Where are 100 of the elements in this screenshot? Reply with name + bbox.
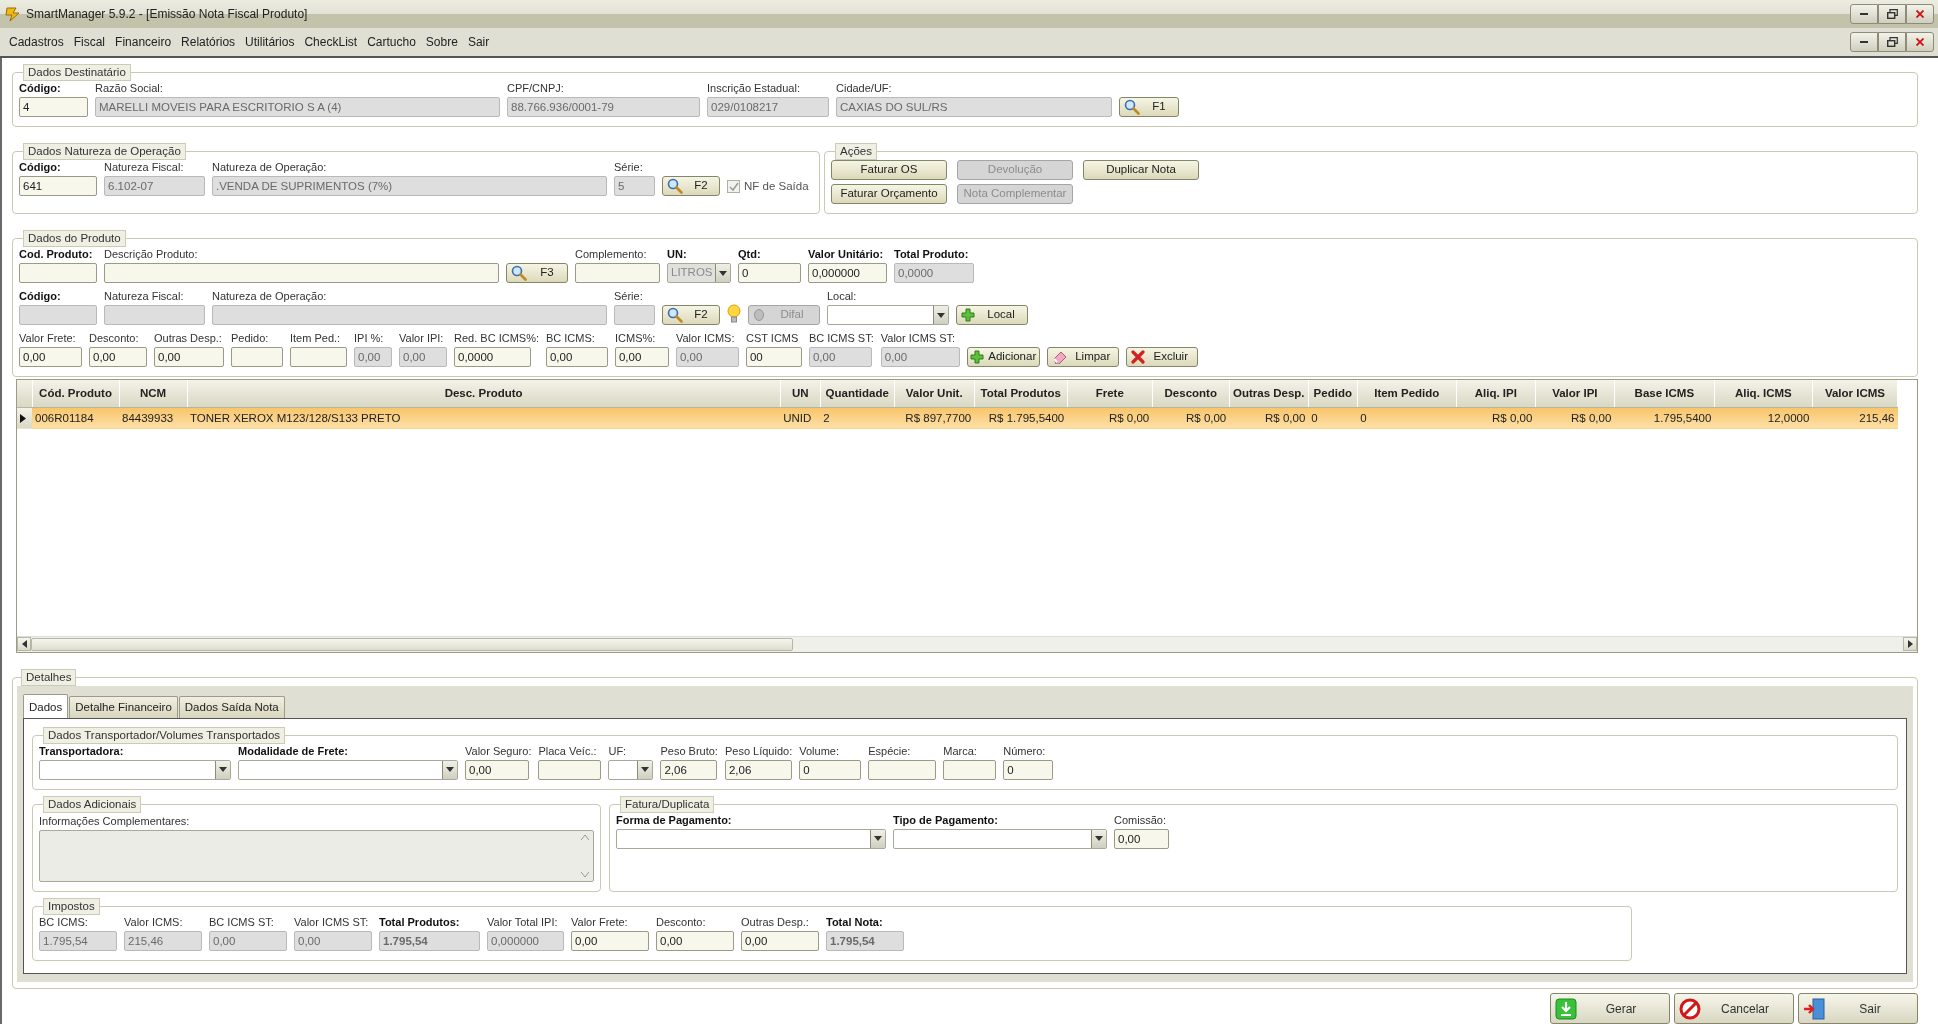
input-field[interactable] (290, 347, 347, 367)
column-header[interactable]: Total Produtos (974, 380, 1068, 407)
menu-item[interactable]: Fiscal (68, 31, 111, 53)
minimize-button[interactable] (1850, 32, 1878, 52)
menu-item[interactable]: Financeiro (110, 31, 177, 53)
field-label: Espécie: (868, 743, 912, 758)
caret-icon (719, 270, 727, 276)
button[interactable]: Faturar Orçamento (831, 184, 947, 204)
input-field[interactable]: 0,00 (19, 347, 82, 367)
input-field[interactable]: 0 (799, 759, 862, 780)
button[interactable]: Sair (1798, 993, 1918, 1024)
button[interactable]: F3 (506, 263, 568, 283)
restore-button[interactable] (1878, 32, 1906, 52)
close-button[interactable] (1906, 4, 1934, 24)
dropdown[interactable] (39, 759, 231, 780)
column-header[interactable]: Aliq. IPI (1456, 380, 1536, 407)
menu-item[interactable]: Cadastros (4, 31, 69, 53)
field-label: Desconto: (656, 915, 707, 929)
menu-item[interactable]: Sair (462, 31, 495, 53)
column-header[interactable]: UN (780, 380, 821, 407)
input-field[interactable]: 0 (1003, 759, 1054, 780)
button[interactable]: Excluir (1125, 347, 1198, 367)
minimize-icon (1860, 41, 1868, 43)
field-label: Natureza de Operação: (212, 160, 328, 174)
button[interactable]: Duplicar Nota (1083, 160, 1199, 180)
input-field[interactable]: 0,00 (614, 347, 669, 367)
button[interactable]: Local (956, 305, 1028, 325)
button[interactable]: Adicionar (966, 347, 1040, 367)
input-field[interactable]: 0,00 (545, 347, 608, 367)
input-field[interactable]: 0,00 (154, 347, 224, 367)
menu-item[interactable]: Utilitários (240, 31, 300, 53)
input-field[interactable]: 2,06 (660, 759, 718, 780)
close-button[interactable] (1906, 32, 1934, 52)
table-row[interactable]: 006R01184 84439933 TONER XEROX M123/128/S133 PRETO UNID 2 R$ 897,7700 R$ 1.795,5400 R$ 0,00 R$ 0,00 R$ 0,00 0 0 R$ 0,00 R$ 0,00 1.795,5400 12,0000 215,46 (17, 407, 1898, 429)
menu-item[interactable]: Cartucho (362, 31, 421, 53)
column-header[interactable]: Valor Unit. (894, 380, 975, 407)
tab[interactable]: Dados Saída Nota (178, 695, 285, 718)
input-field[interactable] (538, 759, 602, 780)
column-header[interactable]: Frete (1067, 380, 1153, 407)
input-field[interactable] (943, 759, 997, 780)
input-field[interactable]: 0 (738, 263, 801, 283)
column-header[interactable]: Valor ICMS (1812, 380, 1898, 407)
column-header[interactable]: Desc. Produto (187, 380, 781, 407)
input-field[interactable] (231, 347, 283, 367)
menu-item[interactable]: CheckList (299, 31, 363, 53)
dropdown[interactable] (616, 828, 886, 849)
input-field[interactable] (19, 263, 97, 283)
column-header[interactable]: Outras Desp. (1229, 380, 1309, 407)
input-field[interactable]: 0,00 (741, 931, 819, 951)
button[interactable]: Cancelar (1674, 993, 1794, 1024)
dropdown[interactable] (608, 759, 654, 780)
dropdown[interactable] (893, 828, 1107, 849)
input-field[interactable]: 0,00 (465, 759, 529, 780)
input-field[interactable]: 0,00 (1114, 828, 1169, 849)
tab[interactable]: Detalhe Financeiro (69, 695, 178, 718)
button[interactable]: Faturar OS (831, 160, 947, 180)
input-field[interactable]: 0,00 (656, 931, 734, 951)
column-header[interactable]: Pedido (1308, 380, 1358, 407)
input-field[interactable] (104, 263, 499, 283)
row-pointer-icon (20, 414, 26, 424)
input-field[interactable] (575, 263, 660, 283)
input-field[interactable]: 0,000000 (808, 263, 887, 283)
dropdown[interactable] (238, 759, 458, 780)
menu-item[interactable]: Sobre (420, 31, 463, 53)
tab[interactable]: Dados (23, 693, 69, 718)
field-label: Transportadora: (39, 743, 125, 758)
minimize-button[interactable] (1850, 4, 1878, 24)
button[interactable]: F2 (662, 176, 720, 196)
caret-icon (874, 836, 882, 842)
dropdown[interactable] (827, 305, 949, 325)
column-header[interactable]: Valor IPI (1535, 380, 1615, 407)
restore-button[interactable] (1878, 4, 1906, 24)
input-field[interactable] (868, 759, 937, 780)
field-label: Peso Líquido: (724, 743, 793, 758)
button[interactable]: Limpar (1046, 347, 1119, 367)
column-header[interactable]: Desconto (1152, 380, 1230, 407)
input-field[interactable]: 4 (19, 97, 88, 117)
input-field[interactable]: 0,0000 (454, 347, 531, 367)
group-title: Detalhes (21, 668, 77, 686)
button[interactable]: Gerar (1550, 993, 1670, 1024)
input-field[interactable]: 0,00 (571, 931, 649, 951)
search-icon (667, 307, 683, 323)
column-header[interactable]: Base ICMS (1614, 380, 1715, 407)
column-header[interactable]: Quantidade (820, 380, 895, 407)
menu-item[interactable]: Relatórios (176, 31, 241, 53)
input-field[interactable]: 0,00 (89, 347, 147, 367)
input-field[interactable]: 641 (19, 176, 97, 196)
input-field[interactable]: 00 (745, 347, 802, 367)
field-label: Tipo de Pagamento: (893, 812, 999, 827)
column-header[interactable]: Aliq. ICMS (1714, 380, 1813, 407)
button[interactable]: F1 (1119, 97, 1179, 117)
horizontal-scrollbar[interactable] (17, 635, 1917, 652)
field-label: Valor Unitário: (808, 247, 885, 261)
input-field[interactable]: 2,06 (724, 759, 792, 780)
field-label: Natureza Fiscal: (104, 160, 185, 174)
field-label: Valor ICMS ST: (880, 331, 957, 345)
column-header[interactable]: NCM (119, 380, 188, 407)
column-header[interactable]: Cód. Produto (32, 380, 119, 407)
column-header[interactable]: Item Pedido (1357, 380, 1457, 407)
button[interactable]: F2 (662, 305, 720, 325)
